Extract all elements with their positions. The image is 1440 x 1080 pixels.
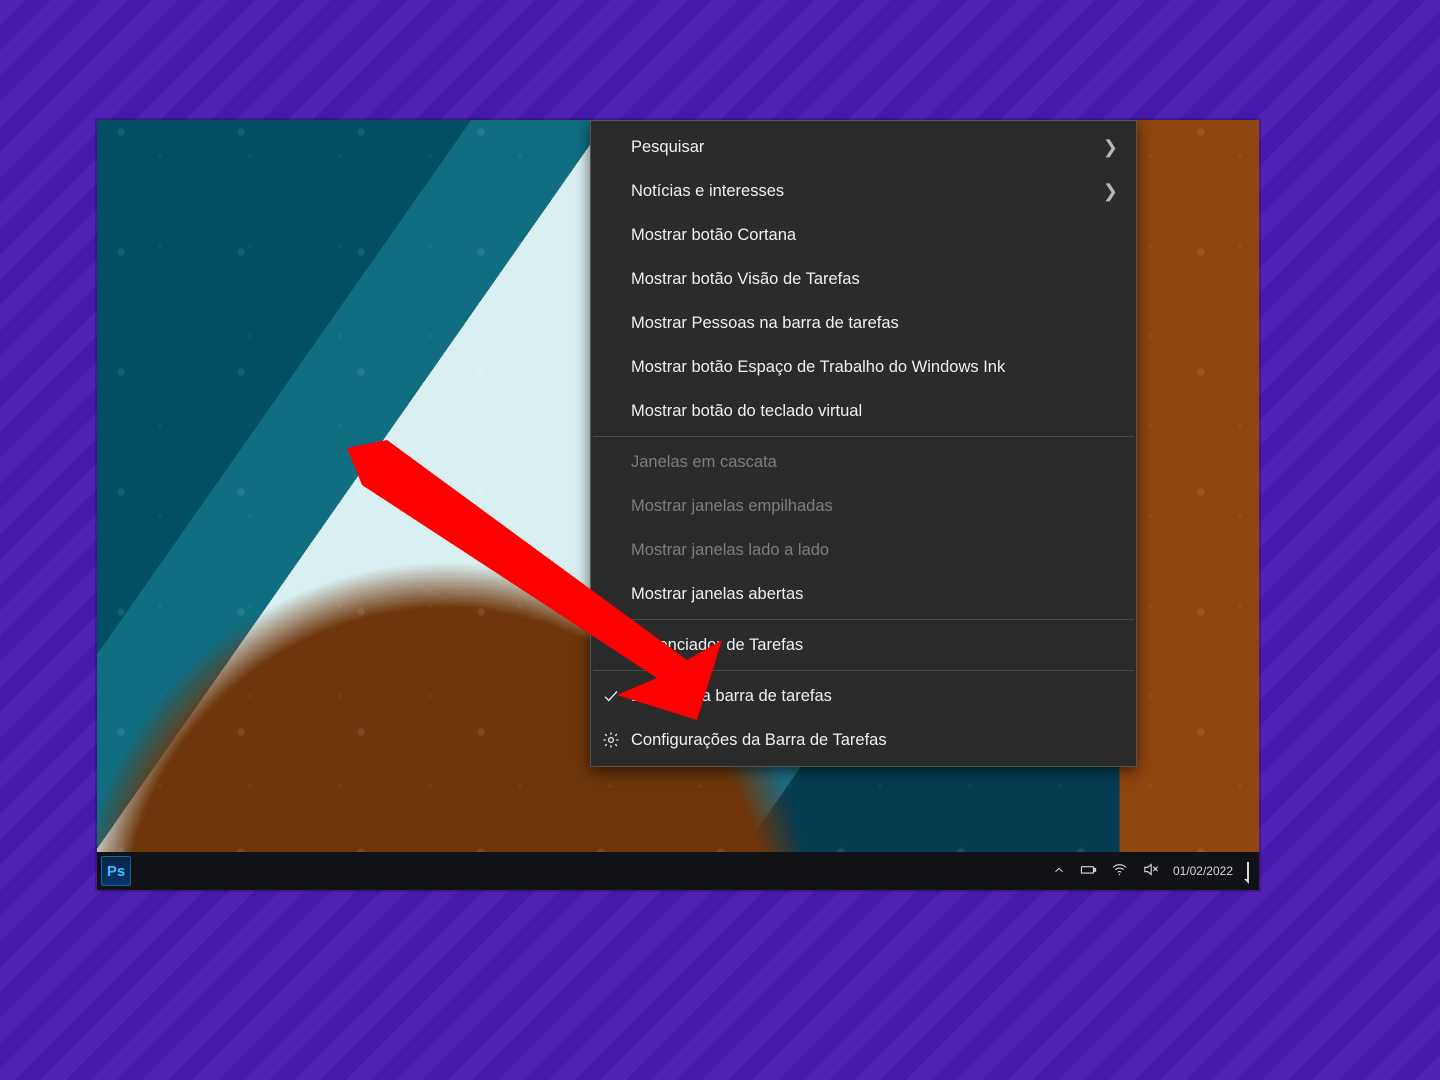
menu-item-label: Bloquear a barra de tarefas — [631, 687, 1118, 706]
menu-item-search[interactable]: Pesquisar ❯ — [591, 125, 1136, 169]
menu-item-cascade: Janelas em cascata — [591, 440, 1136, 484]
taskbar-context-menu: Pesquisar ❯ Notícias e interesses ❯ Most… — [590, 120, 1137, 767]
menu-separator — [593, 670, 1134, 671]
battery-icon[interactable] — [1080, 861, 1097, 881]
menu-item-ink[interactable]: Mostrar botão Espaço de Trabalho do Wind… — [591, 345, 1136, 389]
menu-item-label: Mostrar janelas lado a lado — [631, 541, 1118, 560]
menu-item-news[interactable]: Notícias e interesses ❯ — [591, 169, 1136, 213]
chevron-right-icon: ❯ — [1103, 137, 1118, 158]
menu-separator — [593, 619, 1134, 620]
menu-item-touchkb[interactable]: Mostrar botão do teclado virtual — [591, 389, 1136, 433]
taskbar[interactable]: Ps 01/02/2022 — [97, 852, 1259, 890]
menu-item-label: Pesquisar — [631, 138, 1103, 157]
menu-item-barsettings[interactable]: Configurações da Barra de Tarefas — [591, 718, 1136, 762]
screenshot-region: Pesquisar ❯ Notícias e interesses ❯ Most… — [97, 120, 1259, 890]
menu-item-label: Janelas em cascata — [631, 453, 1118, 472]
menu-separator — [593, 436, 1134, 437]
menu-item-people[interactable]: Mostrar Pessoas na barra de tarefas — [591, 301, 1136, 345]
tray-date[interactable]: 01/02/2022 — [1173, 865, 1233, 877]
menu-item-label: Mostrar janelas abertas — [631, 585, 1118, 604]
action-center-icon[interactable] — [1247, 863, 1249, 879]
menu-item-label: Notícias e interesses — [631, 182, 1103, 201]
menu-item-cortana[interactable]: Mostrar botão Cortana — [591, 213, 1136, 257]
menu-item-openwins[interactable]: Mostrar janelas abertas — [591, 572, 1136, 616]
volume-muted-icon[interactable] — [1142, 861, 1159, 881]
wifi-icon[interactable] — [1111, 861, 1128, 881]
check-icon — [601, 686, 621, 706]
system-tray: 01/02/2022 — [1052, 861, 1259, 881]
taskbar-app-photoshop[interactable]: Ps — [101, 856, 131, 886]
menu-item-label: Mostrar botão Visão de Tarefas — [631, 270, 1118, 289]
menu-item-sidebyside: Mostrar janelas lado a lado — [591, 528, 1136, 572]
menu-item-taskview[interactable]: Mostrar botão Visão de Tarefas — [591, 257, 1136, 301]
gear-icon — [601, 730, 621, 750]
menu-item-label: Mostrar botão do teclado virtual — [631, 402, 1118, 421]
menu-item-taskmgr[interactable]: Gerenciador de Tarefas — [591, 623, 1136, 667]
menu-item-lockbar[interactable]: Bloquear a barra de tarefas — [591, 674, 1136, 718]
menu-item-label: Mostrar botão Espaço de Trabalho do Wind… — [631, 358, 1118, 377]
menu-item-label: Mostrar Pessoas na barra de tarefas — [631, 314, 1118, 333]
menu-item-stacked: Mostrar janelas empilhadas — [591, 484, 1136, 528]
app-badge-label: Ps — [107, 863, 125, 880]
menu-item-label: Gerenciador de Tarefas — [631, 636, 1118, 655]
chevron-right-icon: ❯ — [1103, 181, 1118, 202]
tray-chevron-up-icon[interactable] — [1052, 863, 1066, 880]
menu-item-label: Mostrar janelas empilhadas — [631, 497, 1118, 516]
menu-item-label: Configurações da Barra de Tarefas — [631, 731, 1118, 750]
menu-item-label: Mostrar botão Cortana — [631, 226, 1118, 245]
